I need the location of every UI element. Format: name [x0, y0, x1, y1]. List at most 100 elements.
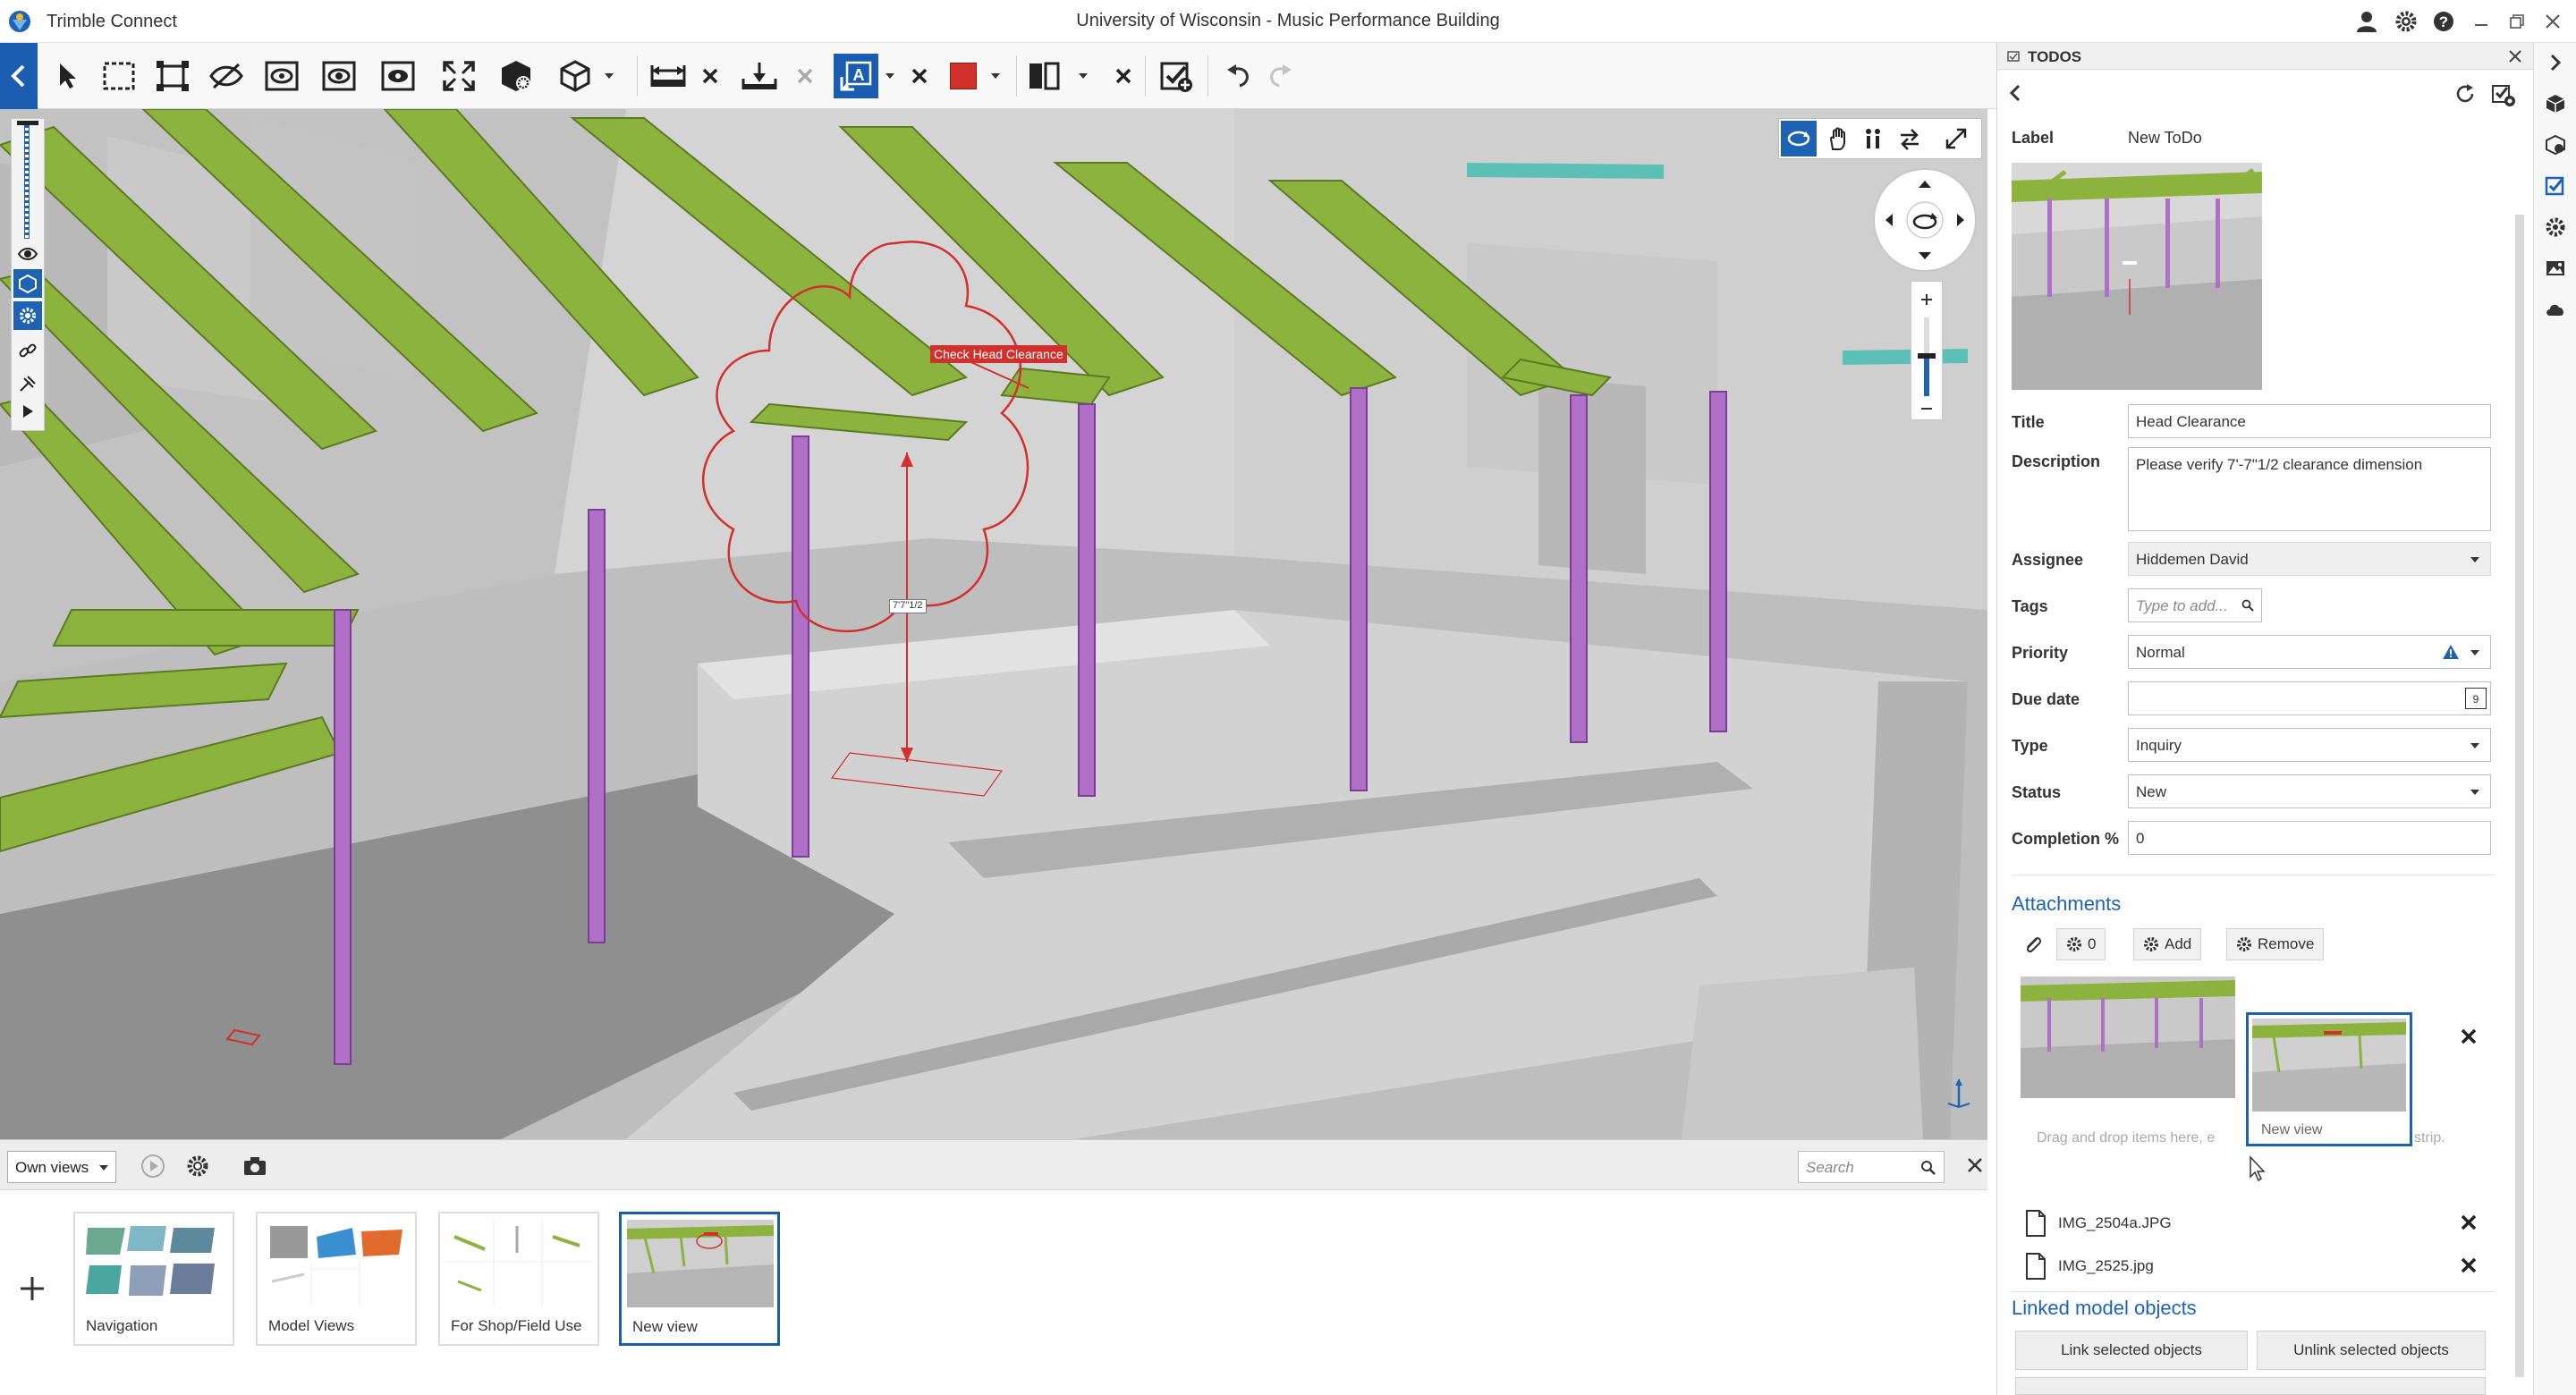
attachment-thumbnail[interactable]	[2021, 976, 2235, 1098]
user-icon[interactable]	[2352, 7, 2381, 36]
markup-dropdown-icon[interactable]	[884, 72, 896, 80]
add-view-icon[interactable]	[18, 1274, 47, 1303]
unlink-selected-button[interactable]: Unlink selected objects	[2257, 1331, 2486, 1370]
views-settings-icon[interactable]	[184, 1153, 211, 1179]
view-card-model-views[interactable]: Model Views	[256, 1212, 417, 1346]
color-dropdown-icon[interactable]	[989, 72, 1002, 80]
priority-dropdown[interactable]: Normal	[2128, 635, 2491, 669]
restore-icon[interactable]	[2503, 7, 2531, 36]
calendar-icon[interactable]: 9	[2465, 688, 2487, 709]
redo-icon[interactable]	[1258, 54, 1302, 98]
strip-slider[interactable]	[24, 124, 30, 239]
back-icon[interactable]	[2006, 82, 2024, 104]
remove-file-icon[interactable]	[2459, 1213, 2479, 1232]
object-tree-icon[interactable]	[2545, 134, 2566, 156]
close-views-icon[interactable]	[1966, 1156, 1984, 1174]
clear-markup-icon[interactable]	[902, 54, 937, 98]
due-date-input[interactable]: 9	[2128, 681, 2491, 715]
paperclip-icon[interactable]	[2022, 934, 2044, 957]
attachment-file-row[interactable]: IMG_2504a.JPG	[2024, 1205, 2498, 1241]
link-selected-button[interactable]: Link selected objects	[2015, 1331, 2248, 1370]
markup-text-icon[interactable]: A	[834, 54, 878, 98]
close-panel-icon[interactable]	[2507, 48, 2523, 64]
models-icon[interactable]	[13, 269, 42, 298]
box-select-icon[interactable]	[97, 54, 141, 98]
navigation-wheel[interactable]	[1873, 168, 1977, 272]
view-cube-icon[interactable]	[553, 54, 597, 98]
view-card-navigation[interactable]: Navigation	[73, 1212, 234, 1346]
attachment-count-button[interactable]: 0	[2056, 928, 2106, 960]
status-dropdown[interactable]: New	[2128, 774, 2491, 808]
section-plane-icon[interactable]	[737, 54, 782, 98]
eye-icon[interactable]	[17, 244, 38, 264]
todo-snapshot-image[interactable]	[2012, 163, 2262, 390]
color-picker-icon[interactable]	[941, 54, 986, 98]
remove-attachment-button[interactable]: Remove	[2226, 928, 2325, 960]
walk-icon[interactable]	[1861, 126, 1886, 151]
hide-icon[interactable]	[204, 54, 249, 98]
svg-text:?: ?	[2439, 13, 2448, 30]
completion-input[interactable]: 0	[2128, 821, 2491, 855]
ghost-icon[interactable]	[376, 54, 420, 98]
tags-input[interactable]: Type to add...	[2128, 588, 2262, 622]
description-textarea[interactable]: Please verify 7'-7"1/2 clearance dimensi…	[2128, 447, 2491, 531]
show-all-icon[interactable]	[317, 54, 361, 98]
clipped-button[interactable]	[2015, 1377, 2486, 1395]
back-arrow-icon[interactable]	[0, 43, 38, 109]
3d-viewport[interactable]: Check Head Clearance 7'7"1/2	[0, 109, 1987, 1139]
markup-callout[interactable]: Check Head Clearance	[930, 345, 1067, 363]
play-views-icon[interactable]	[140, 1153, 166, 1179]
orbit-icon[interactable]	[1781, 121, 1817, 156]
minimize-icon[interactable]	[2467, 7, 2496, 36]
swap-camera-icon[interactable]	[1897, 126, 1922, 151]
views-search-input[interactable]: Search	[1798, 1151, 1945, 1183]
clear-section-icon[interactable]	[787, 54, 823, 98]
split-view-dropdown-icon[interactable]	[1077, 72, 1089, 80]
view-card-new-view[interactable]: New view	[619, 1212, 780, 1346]
clear-measure-icon[interactable]	[692, 54, 728, 98]
views-filter-dropdown[interactable]: Own views	[7, 1151, 116, 1183]
panel-scrollbar[interactable]	[2515, 215, 2524, 1377]
settings-gear-icon[interactable]	[2392, 7, 2420, 36]
object-properties-icon[interactable]	[13, 301, 42, 330]
link-icon[interactable]	[17, 341, 38, 362]
remove-file-icon[interactable]	[2459, 1256, 2479, 1275]
assignee-label: Assignee	[2012, 551, 2084, 569]
paint-icon[interactable]	[17, 373, 38, 394]
models-cube-icon[interactable]	[2545, 93, 2566, 114]
expand-panel-icon[interactable]	[2545, 52, 2566, 73]
assignee-dropdown[interactable]: Hiddemen David	[2128, 542, 2491, 576]
dragging-view-tile[interactable]: New view	[2246, 1012, 2412, 1146]
image-gallery-icon[interactable]	[2545, 258, 2566, 279]
view-cube-dropdown-icon[interactable]	[603, 72, 615, 80]
split-view-icon[interactable]	[1021, 54, 1066, 98]
object-settings-icon[interactable]	[494, 54, 538, 98]
add-attachment-button[interactable]: Add	[2133, 928, 2202, 960]
close-split-icon[interactable]	[1106, 54, 1141, 98]
add-todo-icon[interactable]	[1154, 54, 1199, 98]
view-thumbnail	[263, 1219, 410, 1306]
play-icon[interactable]	[21, 403, 35, 419]
close-window-icon[interactable]	[2538, 7, 2567, 36]
measure-icon[interactable]	[646, 54, 691, 98]
attachment-file-row[interactable]: IMG_2525.jpg	[2024, 1248, 2498, 1284]
help-icon[interactable]: ?	[2429, 7, 2458, 36]
properties-gear-icon[interactable]	[2545, 216, 2566, 238]
fullscreen-icon[interactable]	[1944, 126, 1969, 151]
pan-hand-icon[interactable]	[1826, 126, 1851, 151]
select-pointer-icon[interactable]	[45, 54, 89, 98]
todos-icon[interactable]	[2545, 175, 2566, 197]
cloud-icon[interactable]	[2545, 299, 2566, 320]
view-card-shop-field[interactable]: For Shop/Field Use	[438, 1212, 599, 1346]
remove-thumbnail-icon[interactable]	[2459, 1027, 2479, 1046]
isolate-icon[interactable]	[259, 54, 304, 98]
type-dropdown[interactable]: Inquiry	[2128, 728, 2491, 762]
refresh-icon[interactable]	[2453, 82, 2477, 106]
todo-settings-icon[interactable]	[2491, 82, 2516, 107]
fit-all-icon[interactable]	[436, 54, 481, 98]
zoom-slider[interactable]	[1911, 281, 1943, 420]
chevron-down-icon	[2470, 557, 2479, 562]
title-input[interactable]: Head Clearance	[2128, 404, 2491, 438]
undo-icon[interactable]	[1216, 54, 1261, 98]
fit-select-icon[interactable]	[150, 54, 195, 98]
